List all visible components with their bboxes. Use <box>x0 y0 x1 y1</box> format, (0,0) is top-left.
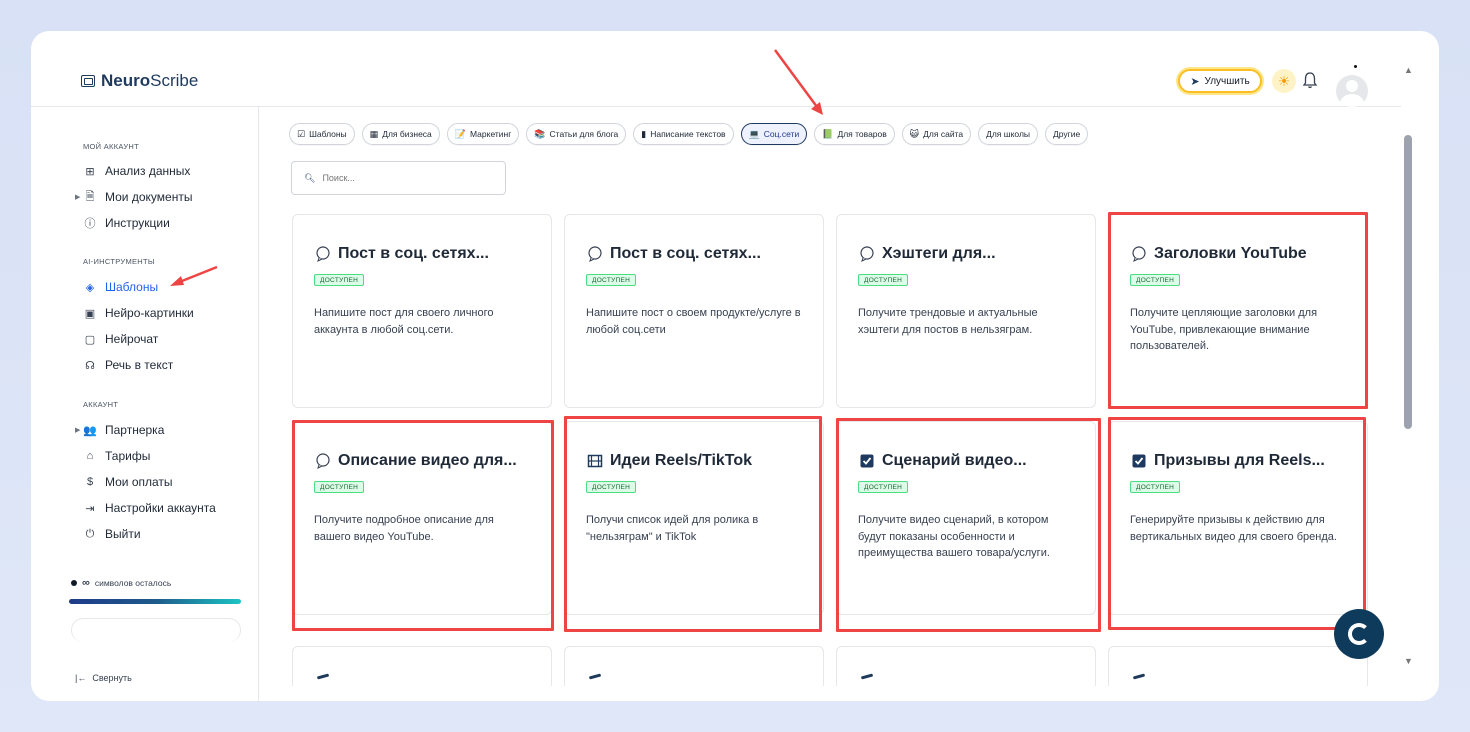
chat-icon <box>1348 623 1370 645</box>
arrow-head <box>811 102 823 115</box>
scroll-down-arrow-icon[interactable]: ▼ <box>1404 656 1413 666</box>
chat-support-button[interactable] <box>1334 609 1384 659</box>
scrollbar-thumb[interactable] <box>1404 135 1412 429</box>
scroll-up-arrow-icon[interactable]: ▲ <box>1404 65 1413 75</box>
annotation-arrows <box>170 49 823 286</box>
arrow-to-social-chip <box>773 49 822 112</box>
app-window: NeuroScribe ➤ Улучшить ☀ ▲ ▼ МОЙ АККАУНТ… <box>31 31 1439 701</box>
arrow-to-templates <box>176 265 218 285</box>
arrow-head <box>170 276 184 286</box>
